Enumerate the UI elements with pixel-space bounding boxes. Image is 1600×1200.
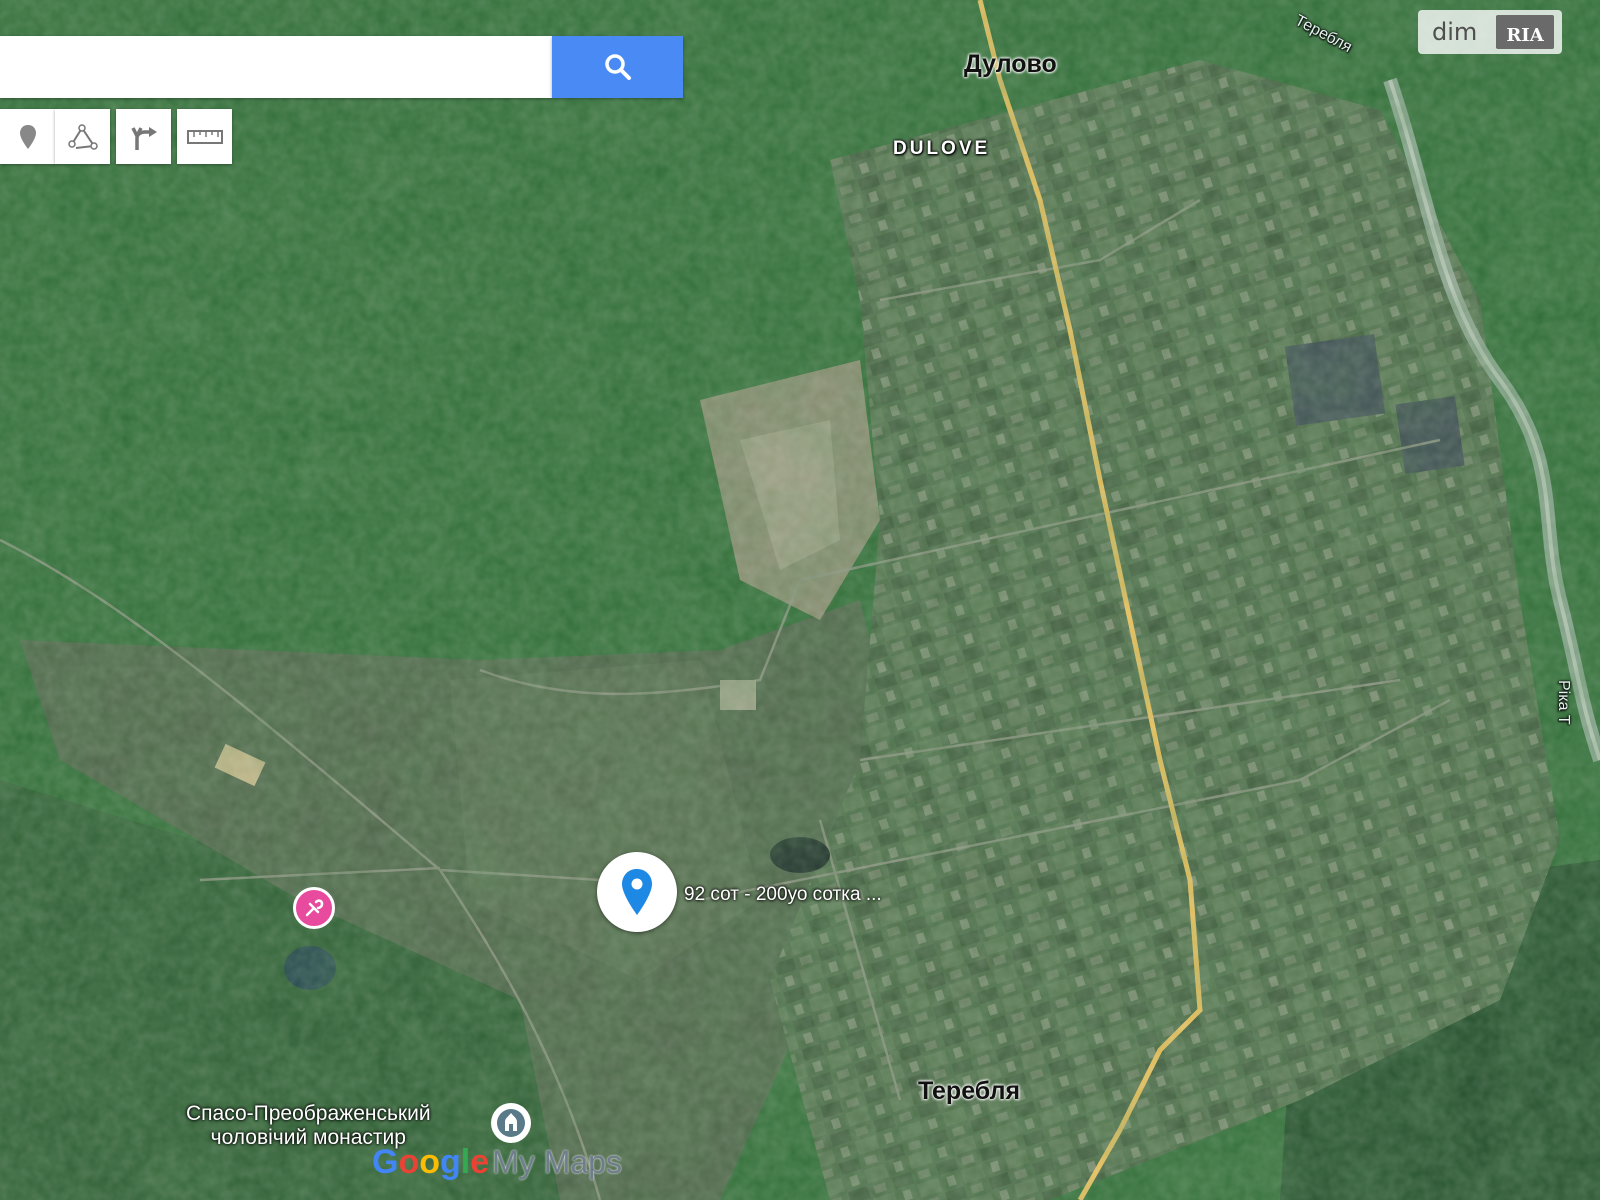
poi-church-marker[interactable]	[491, 1103, 531, 1143]
marker-icon	[19, 124, 36, 149]
location-marker[interactable]	[597, 852, 677, 932]
line-icon	[67, 123, 98, 150]
leisure-icon	[305, 899, 324, 917]
location-pin-icon	[622, 869, 652, 915]
dimria-watermark: dim RIA	[1418, 10, 1562, 54]
place-label-dulovo: Дулово	[964, 50, 1057, 78]
search-button[interactable]	[552, 36, 683, 98]
ruler-icon	[186, 129, 223, 144]
watermark-text: dim	[1432, 18, 1478, 46]
mymaps-text: My Maps	[492, 1144, 622, 1180]
measure-button[interactable]	[177, 109, 232, 164]
place-label-terebla: Теребля	[918, 1077, 1021, 1105]
marker-label: 92 сот - 200уо сотка ...	[684, 884, 882, 905]
directions-button[interactable]	[116, 109, 171, 164]
place-label-dulove: DULOVE	[893, 138, 991, 159]
search-input[interactable]	[0, 36, 552, 98]
svg-text:RIA: RIA	[1506, 25, 1544, 46]
poi-pink-marker[interactable]	[293, 887, 335, 929]
map-toolbar	[0, 109, 232, 164]
ria-logo: RIA	[1496, 15, 1554, 49]
monastery-line1: Спасо-Преображенський	[186, 1102, 431, 1125]
draw-line-button[interactable]	[55, 109, 110, 164]
add-marker-button[interactable]	[0, 109, 55, 164]
satellite-map[interactable]	[0, 0, 1600, 1200]
route-icon	[130, 126, 157, 150]
search-icon	[604, 54, 631, 80]
church-icon	[497, 1109, 525, 1137]
google-mymaps-logo: Google My Maps	[372, 1143, 622, 1181]
river-label-right: Ріка Т	[1555, 680, 1572, 725]
